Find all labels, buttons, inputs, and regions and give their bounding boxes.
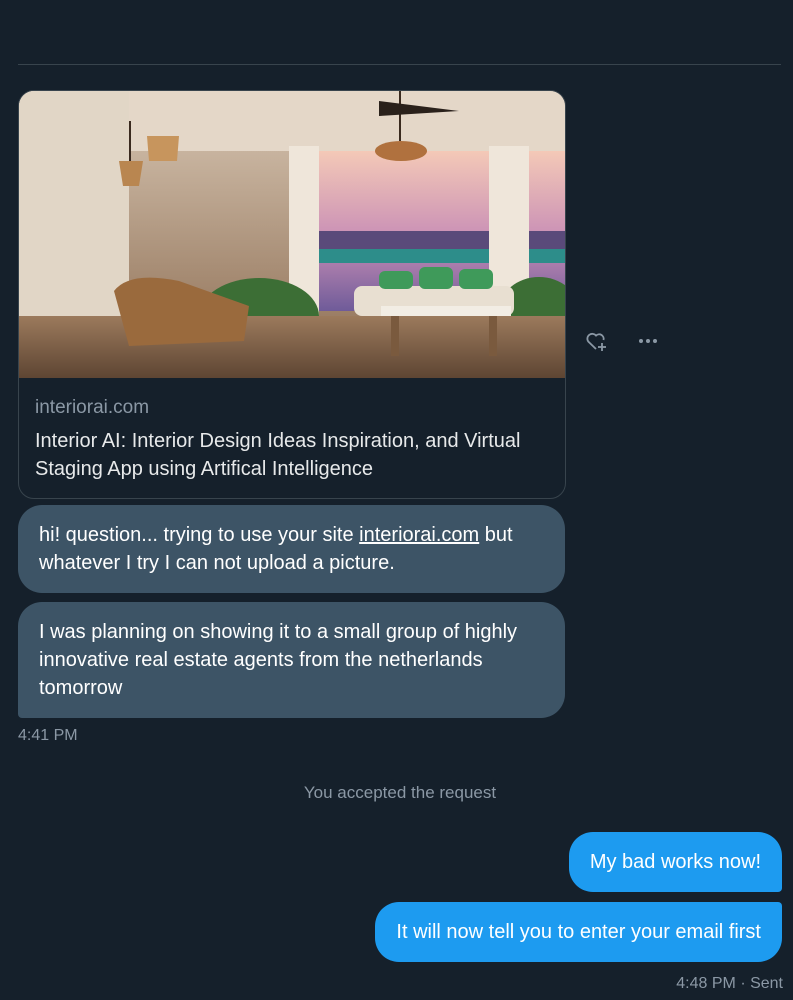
incoming-message: hi! question... trying to use your site … xyxy=(18,505,565,593)
outgoing-message: My bad works now! xyxy=(568,832,782,892)
heart-plus-icon[interactable] xyxy=(583,328,609,354)
message-link[interactable]: interiorai.com xyxy=(359,524,479,546)
system-message: You accepted the request xyxy=(303,783,497,802)
link-preview-card[interactable]: interiorai.com Interior AI: Interior Des… xyxy=(18,90,566,499)
message-text-before: hi! question... trying to use your site xyxy=(39,524,360,546)
card-preview-image xyxy=(19,91,565,378)
card-title: Interior AI: Interior Design Ideas Inspi… xyxy=(35,430,521,480)
incoming-timestamp: 4:41 PM xyxy=(18,727,78,744)
outgoing-timestamp: 4:48 PM · Sent xyxy=(676,975,783,992)
top-divider xyxy=(18,64,781,65)
outgoing-message: It will now tell you to enter your email… xyxy=(375,902,782,962)
more-icon[interactable] xyxy=(635,328,661,354)
incoming-message: I was planning on showing it to a small … xyxy=(18,602,565,718)
card-domain: interiorai.com xyxy=(35,397,150,418)
message-actions xyxy=(583,328,661,354)
